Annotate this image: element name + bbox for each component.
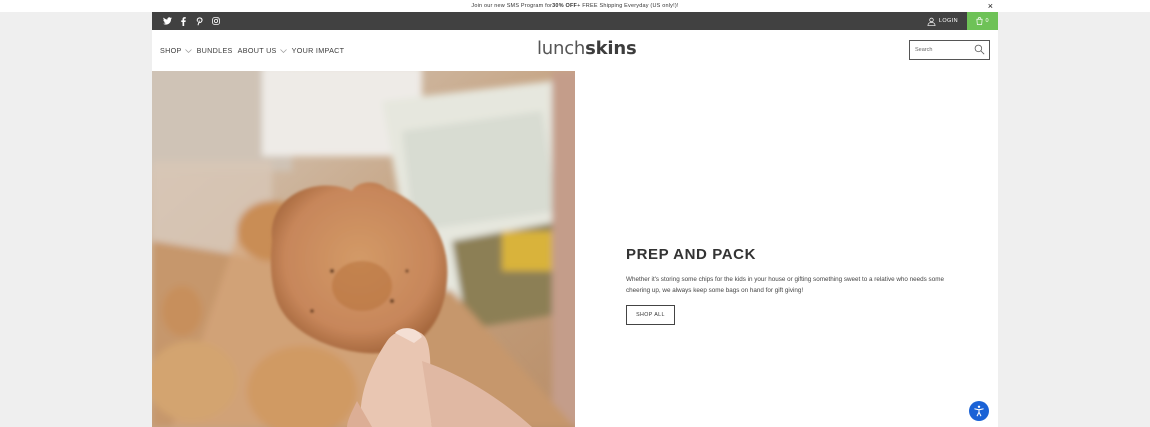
search-icon[interactable] bbox=[974, 44, 985, 55]
hero-body: Whether it's storing some chips for the … bbox=[626, 276, 944, 294]
login-label: LOGIN bbox=[938, 18, 958, 24]
shop-all-button[interactable]: SHOP ALL bbox=[626, 305, 675, 325]
nav-item-your-impact[interactable]: YOUR IMPACT bbox=[292, 46, 345, 55]
nav-item-about-us[interactable]: ABOUT US bbox=[238, 46, 287, 55]
accessibility-icon bbox=[974, 405, 984, 417]
announcement-text-bold: 30% OFF bbox=[552, 3, 578, 9]
top-bar: LOGIN 0 bbox=[152, 12, 998, 30]
chevron-down-icon bbox=[279, 48, 287, 53]
site-container: LOGIN 0 SHOP BUNDLES ABOUT US YOUR IMPAC… bbox=[152, 12, 998, 427]
nav-item-label: YOUR IMPACT bbox=[291, 46, 345, 55]
search-input[interactable] bbox=[915, 47, 975, 53]
accessibility-button[interactable] bbox=[969, 401, 989, 421]
nav-item-label: SHOP bbox=[160, 46, 182, 55]
social-links bbox=[163, 12, 220, 30]
announcement-text-post: + FREE Shipping Everyday (US only!)! bbox=[577, 3, 679, 9]
instagram-icon[interactable] bbox=[211, 17, 220, 26]
nav-item-bundles[interactable]: BUNDLES bbox=[197, 46, 233, 55]
twitter-icon[interactable] bbox=[163, 17, 172, 26]
shopping-bag-icon bbox=[976, 17, 983, 25]
announcement-text-pre: Join our new SMS Program for bbox=[471, 3, 553, 9]
logo-part-2: skins bbox=[585, 38, 637, 59]
cart-button[interactable]: 0 bbox=[967, 12, 998, 30]
site-logo[interactable]: lunchskins bbox=[537, 38, 637, 59]
nav-item-label: ABOUT US bbox=[237, 46, 277, 55]
close-announcement-button[interactable]: × bbox=[988, 0, 993, 12]
nav-item-shop[interactable]: SHOP bbox=[160, 46, 192, 55]
chevron-down-icon bbox=[184, 48, 192, 53]
facebook-icon[interactable] bbox=[179, 16, 188, 26]
hero-title: PREP AND PACK bbox=[626, 246, 757, 263]
logo-part-1: lunch bbox=[537, 38, 586, 59]
cart-count: 0 bbox=[985, 18, 989, 24]
pinterest-icon[interactable] bbox=[195, 16, 204, 26]
main-nav: SHOP BUNDLES ABOUT US YOUR IMPACT bbox=[160, 30, 344, 71]
hero-image bbox=[152, 71, 575, 427]
search-box bbox=[909, 40, 990, 60]
user-icon bbox=[927, 17, 936, 26]
main-header: SHOP BUNDLES ABOUT US YOUR IMPACT lunchs… bbox=[152, 30, 998, 71]
nav-item-label: BUNDLES bbox=[196, 46, 233, 55]
login-link[interactable]: LOGIN bbox=[927, 12, 958, 30]
announcement-bar: Join our new SMS Program for 30% OFF + F… bbox=[0, 0, 1150, 12]
